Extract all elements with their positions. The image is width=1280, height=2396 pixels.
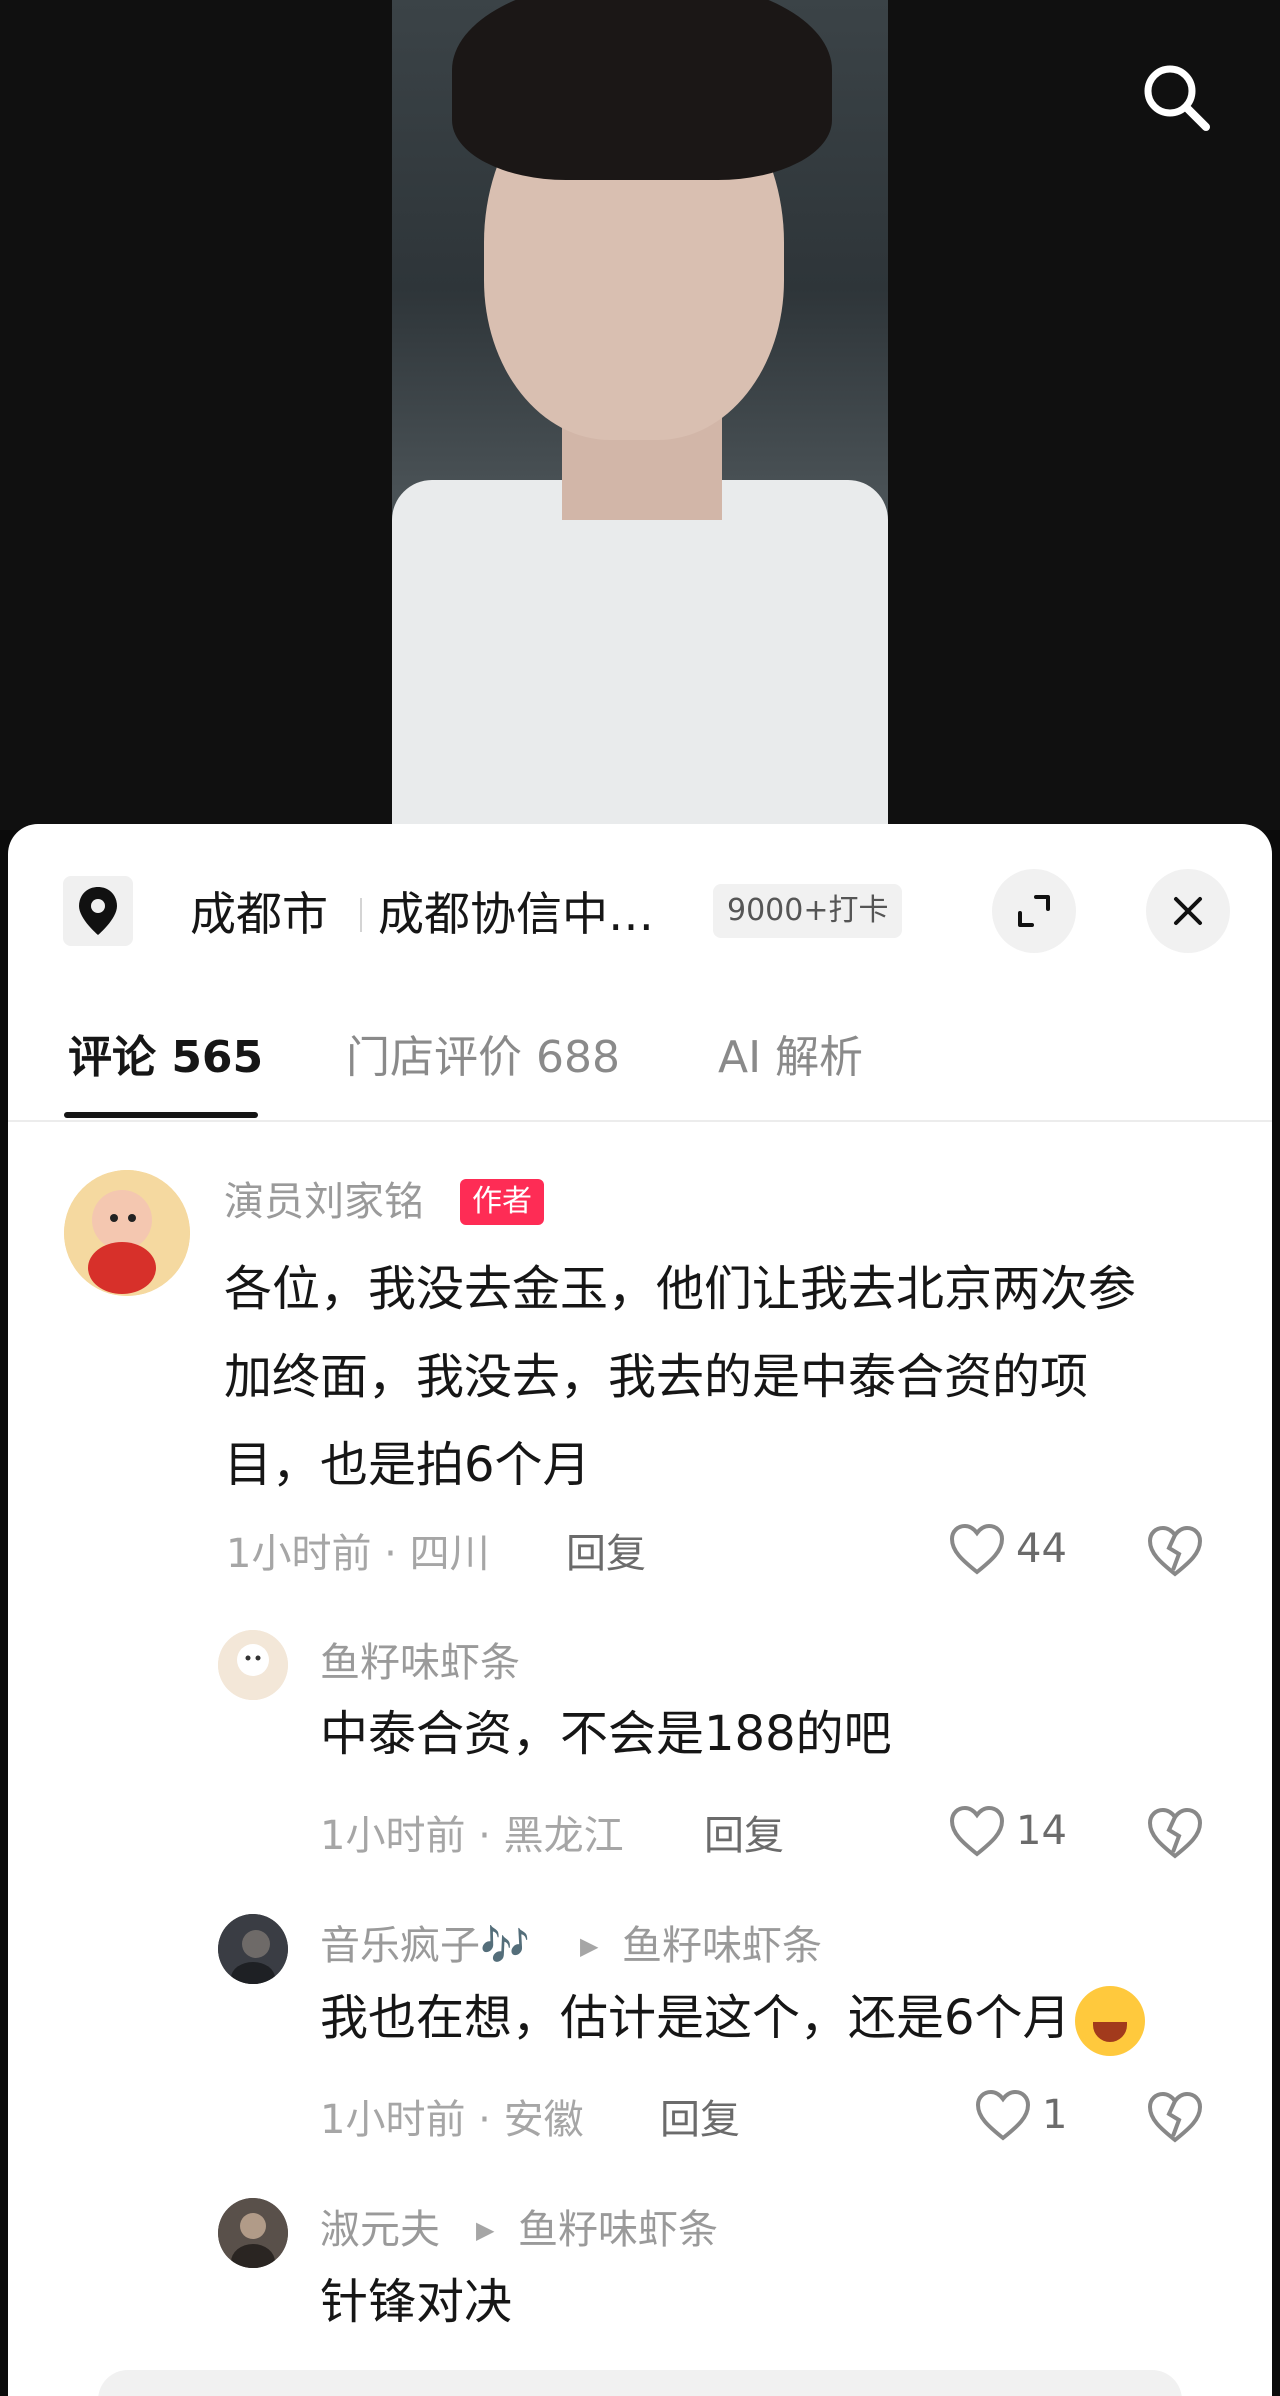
reply-target-name[interactable]: 鱼籽味虾条 — [622, 1918, 822, 1974]
video-subject-hair — [452, 0, 832, 180]
author-badge: 作者 — [460, 1179, 544, 1225]
dislike-button[interactable] — [1146, 2090, 1204, 2148]
location-bar[interactable]: 成都市 成都协信中… 9000+打卡 — [8, 824, 1272, 994]
comment-time-location: 1小时前 · 四川 — [226, 1531, 490, 1577]
search-icon — [1144, 65, 1210, 131]
reply-button[interactable]: 回复 — [566, 1526, 646, 1582]
dislike-button[interactable] — [1146, 1806, 1204, 1864]
expand-button[interactable] — [992, 869, 1076, 953]
close-icon — [1174, 897, 1202, 925]
tab-ai-analysis[interactable]: AI 解析 — [718, 1028, 863, 1088]
comment-input-bar[interactable] — [98, 2370, 1182, 2396]
location-pin-icon — [63, 876, 133, 946]
reply-arrow-icon: ▶ — [476, 2216, 495, 2244]
reply-button[interactable]: 回复 — [704, 1808, 784, 1864]
avatar[interactable] — [218, 2198, 288, 2268]
video-player[interactable] — [0, 0, 1280, 830]
location-city: 成都市 — [190, 887, 328, 941]
avatar[interactable] — [218, 1630, 288, 1700]
dislike-button[interactable] — [1146, 1524, 1204, 1582]
like-count: 14 — [1016, 1808, 1067, 1854]
comment-text-line: 目，也是拍6个月 — [224, 1437, 591, 1493]
avatar[interactable] — [64, 1170, 190, 1296]
comment-text-line: 各位，我没去金玉，他们让我去北京两次参 — [224, 1261, 1137, 1317]
reply-button[interactable]: 回复 — [660, 2092, 740, 2148]
heart-icon — [949, 1805, 1005, 1857]
video-frame — [392, 0, 888, 825]
comment-author[interactable]: 淑元夫 — [320, 2202, 440, 2258]
like-button[interactable]: 1 — [974, 2088, 1067, 2142]
tab-store-reviews[interactable]: 门店评价 688 — [346, 1028, 620, 1088]
checkin-count-badge: 9000+打卡 — [713, 884, 903, 938]
reply-target-name[interactable]: 鱼籽味虾条 — [518, 2202, 718, 2258]
like-count: 1 — [1042, 2092, 1068, 2138]
tab-bar: 评论 565 门店评价 688 AI 解析 — [8, 994, 1272, 1122]
crying-laughing-emoji-icon — [1074, 1986, 1145, 2056]
avatar[interactable] — [218, 1914, 288, 1984]
location-place: 成都协信中… — [378, 887, 654, 941]
heart-icon — [975, 2089, 1031, 2141]
comment-text: 针锋对决 — [320, 2274, 513, 2330]
comment-time-location: 1小时前 · 黑龙江 — [320, 1813, 624, 1859]
reply-arrow-icon: ▶ — [580, 1932, 599, 1960]
location-divider — [360, 898, 362, 932]
comment-author[interactable]: 演员刘家铭 — [224, 1174, 424, 1230]
comment-author[interactable]: 鱼籽味虾条 — [320, 1635, 520, 1691]
comment-text: 中泰合资，不会是188的吧 — [320, 1706, 892, 1762]
heart-icon — [949, 1523, 1005, 1575]
like-count: 44 — [1016, 1526, 1067, 1572]
broken-heart-icon — [1147, 2091, 1203, 2143]
search-button[interactable] — [1130, 56, 1210, 136]
comment-text: 我也在想，估计是这个，还是6个月 — [320, 1974, 1145, 2062]
close-button[interactable] — [1146, 869, 1230, 953]
active-tab-indicator — [64, 1112, 258, 1118]
like-button[interactable]: 14 — [948, 1804, 1067, 1858]
expand-icon — [1018, 895, 1050, 927]
video-subject-shirt — [392, 480, 888, 825]
broken-heart-icon — [1147, 1807, 1203, 1859]
comment-sheet: 成都市 成都协信中… 9000+打卡 评论 565 门店评价 688 AI 解析 — [8, 824, 1272, 2396]
broken-heart-icon — [1147, 1525, 1203, 1577]
comment-author[interactable]: 音乐疯子🎶 — [320, 1918, 530, 1974]
tab-comments[interactable]: 评论 565 — [68, 1028, 263, 1088]
comment-time-location: 1小时前 · 安徽 — [320, 2097, 584, 2143]
like-button[interactable]: 44 — [948, 1522, 1067, 1576]
comment-text-line: 加终面，我没去，我去的是中泰合资的项 — [224, 1349, 1089, 1405]
comment-text-content: 我也在想，估计是这个，还是6个月 — [320, 1990, 1071, 2046]
